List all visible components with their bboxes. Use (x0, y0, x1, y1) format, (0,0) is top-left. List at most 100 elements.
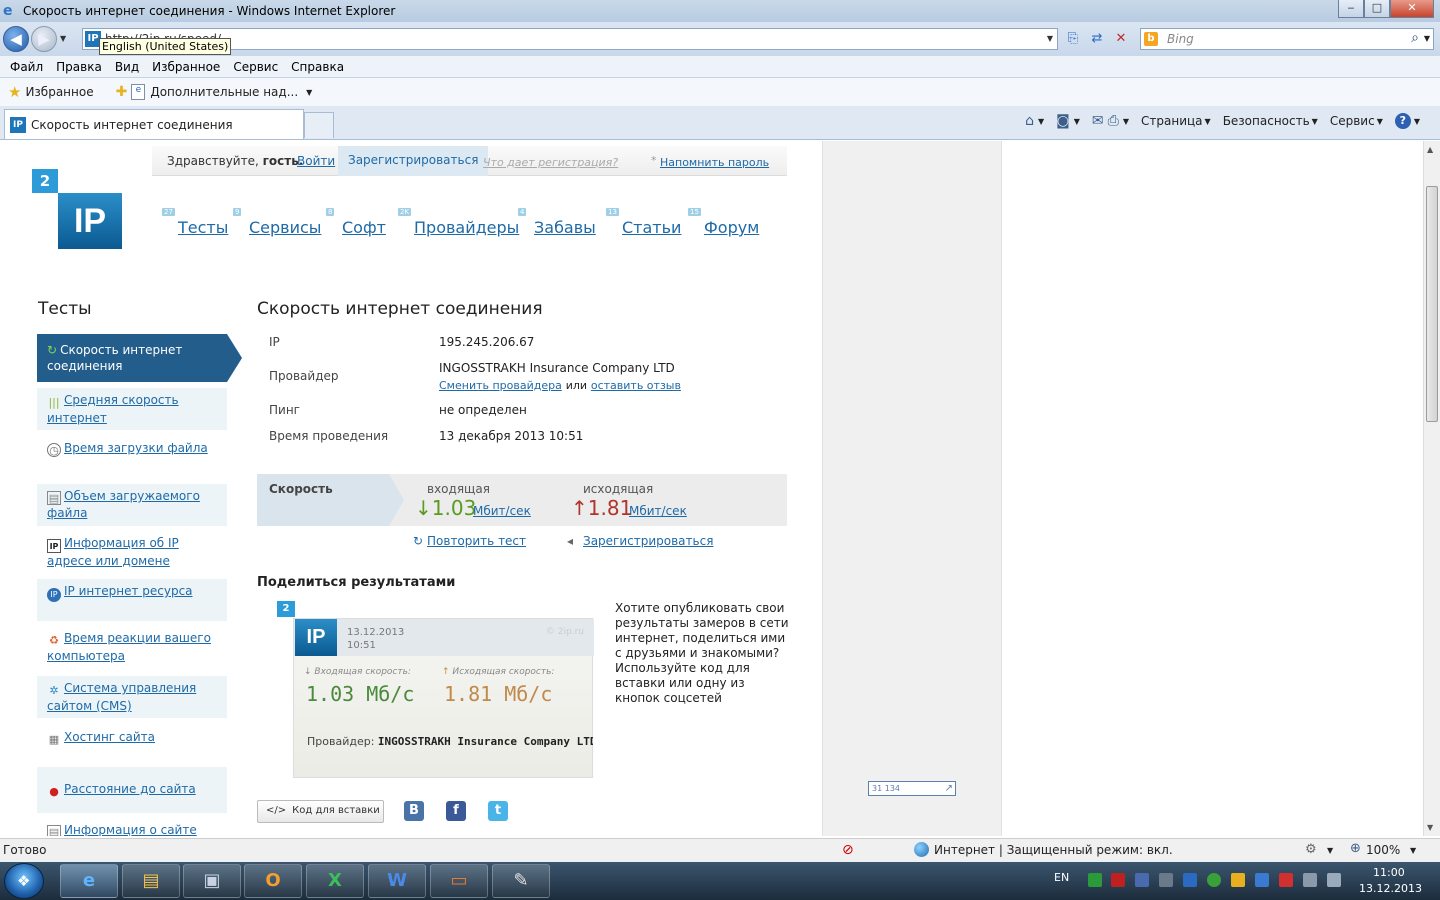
register-link-2[interactable]: Зарегистрироваться (583, 534, 713, 548)
sidebar-item-label[interactable]: Скорость интернет соединения (47, 343, 182, 373)
taskbar-internet-explorer-icon[interactable]: e (60, 864, 118, 898)
page-menu[interactable]: Страница (1141, 114, 1203, 128)
twitter-icon[interactable]: t (488, 801, 508, 821)
tray-antivirus-icon[interactable] (1111, 873, 1125, 887)
tray-sync-icon[interactable] (1207, 873, 1221, 887)
favorites-star-icon[interactable]: ★ (8, 83, 21, 101)
register-link[interactable]: Зарегистрироваться (338, 146, 489, 176)
embed-code-label[interactable]: Код для вставки (292, 805, 380, 816)
taskbar-remote-desktop-icon[interactable]: ▭ (430, 864, 488, 898)
taskbar-word-icon[interactable]: W (368, 864, 426, 898)
zoom-icon[interactable]: ⊕ (1350, 841, 1361, 856)
tray-flag-icon[interactable] (1279, 873, 1293, 887)
taskbar-excel-icon[interactable]: X (306, 864, 364, 898)
nav-label[interactable]: Статьи (622, 218, 681, 237)
sidebar-item-site-info[interactable]: ▤ Информация о сайте (37, 822, 227, 836)
back-button[interactable]: ◀ (3, 26, 29, 52)
nav-label[interactable]: Софт (342, 218, 386, 237)
search-options-chevron-down-icon[interactable]: ▼ (1424, 34, 1430, 43)
tray-volume-icon[interactable] (1327, 873, 1341, 887)
outgoing-unit-link[interactable]: Мбит/сек (629, 504, 687, 518)
login-link[interactable]: Войти (297, 154, 335, 168)
tab-title[interactable]: Скорость интернет соединения (31, 118, 233, 132)
visitor-counter[interactable]: 31 134 ↗ (868, 781, 956, 796)
stop-icon[interactable]: ✕ (1112, 30, 1130, 48)
popup-blocker-icon[interactable]: ⊘ (842, 842, 854, 858)
refresh-icon[interactable]: ⇄ (1088, 30, 1106, 48)
addons-link[interactable]: Дополнительные над... (150, 85, 298, 99)
sidebar-item-average-speed[interactable]: ||| Средняя скорость интернет (37, 388, 227, 430)
sidebar-item-distance[interactable]: ● Расстояние до сайта (37, 767, 227, 813)
protected-mode-icon[interactable]: ⚙ (1305, 842, 1317, 857)
feeds-icon[interactable]: ◙ (1056, 113, 1070, 129)
site-logo[interactable]: IP (58, 193, 122, 249)
sidebar-item-reaction-time[interactable]: ♻ Время реакции вашего компьютера (37, 630, 227, 672)
menu-file[interactable]: Файл (10, 60, 43, 74)
taskbar-computer-icon[interactable]: ▣ (183, 864, 241, 898)
sidebar-item-label[interactable]: Система управления сайтом (CMS) (47, 681, 196, 713)
taskbar-outlook-icon[interactable]: O (244, 864, 302, 898)
tray-language[interactable]: EN (1054, 871, 1069, 884)
incoming-unit-link[interactable]: Мбит/сек (473, 504, 531, 518)
tab-speed-test[interactable]: IP Скорость интернет соединения (4, 109, 304, 139)
nav-label[interactable]: Сервисы (249, 218, 321, 237)
sidebar-item-label[interactable]: Расстояние до сайта (64, 782, 196, 796)
start-button[interactable]: ❖ (4, 863, 44, 899)
recent-pages-chevron-down-icon[interactable]: ▼ (60, 34, 66, 43)
mail-icon[interactable]: ✉ (1092, 113, 1104, 129)
nav-label[interactable]: Тесты (178, 218, 228, 237)
search-icon[interactable]: ⌕ (1411, 30, 1419, 46)
tray-app-icon[interactable] (1231, 873, 1245, 887)
sidebar-item-ip-info[interactable]: IP Информация об IP адресе или домене (37, 535, 227, 577)
addons-chevron-down-icon[interactable]: ▼ (306, 88, 312, 97)
sidebar-item-file-size[interactable]: ▤ Объем загружаемого файла (37, 484, 227, 526)
menu-edit[interactable]: Правка (56, 60, 102, 74)
sidebar-item-ip-resource[interactable]: IP IP интернет ресурса (37, 579, 227, 621)
menu-help[interactable]: Справка (291, 60, 344, 74)
site-logo-small[interactable]: 2 (32, 169, 58, 193)
nav-label[interactable]: Форум (704, 218, 759, 237)
security-zone-text[interactable]: Интернет | Защищенный режим: вкл. (934, 843, 1173, 857)
sidebar-item-label[interactable]: Время загрузки файла (64, 441, 208, 455)
sidebar-item-label[interactable]: Средняя скорость интернет (47, 393, 179, 425)
compatibility-view-icon[interactable]: ⎘ (1064, 30, 1082, 48)
vkontakte-icon[interactable]: В (404, 801, 424, 821)
print-icon[interactable]: ⎙ (1108, 113, 1119, 129)
page-chevron-down-icon[interactable]: ▼ (1205, 117, 1211, 126)
why-register-link[interactable]: Что дает регистрация? (483, 156, 618, 169)
scroll-up-icon[interactable]: ▲ (1427, 145, 1433, 154)
menu-view[interactable]: Вид (115, 60, 139, 74)
sidebar-item-label[interactable]: Время реакции вашего компьютера (47, 631, 211, 663)
feeds-chevron-down-icon[interactable]: ▼ (1074, 117, 1080, 126)
new-tab-button[interactable] (304, 112, 334, 138)
sidebar-item-hosting[interactable]: ▦ Хостинг сайта (37, 729, 227, 757)
safety-chevron-down-icon[interactable]: ▼ (1312, 117, 1318, 126)
minimize-button[interactable]: ‒ (1338, 0, 1364, 18)
sidebar-item-label[interactable]: Объем загружаемого файла (47, 489, 200, 520)
home-icon[interactable]: ⌂ (1025, 113, 1034, 129)
scroll-down-icon[interactable]: ▼ (1427, 823, 1433, 832)
sidebar-item-label[interactable]: Хостинг сайта (64, 730, 155, 744)
add-to-favorites-bar-icon[interactable]: ✚ (116, 84, 128, 100)
taskbar-paint-icon[interactable]: ✎ (492, 864, 550, 898)
taskbar-explorer-folder-icon[interactable]: ▤ (122, 864, 180, 898)
tray-network-icon[interactable] (1088, 873, 1102, 887)
address-dropdown-chevron-down-icon[interactable]: ▼ (1047, 34, 1053, 43)
vertical-scrollbar[interactable]: ▲ ▼ (1423, 141, 1440, 836)
remind-password-link[interactable]: Напомнить пароль (651, 154, 769, 169)
leave-review-link[interactable]: оставить отзыв (591, 379, 681, 392)
scrollbar-thumb[interactable] (1426, 186, 1438, 422)
search-placeholder[interactable]: Bing (1167, 32, 1194, 46)
tray-skype-icon[interactable] (1255, 873, 1269, 887)
change-provider-link[interactable]: Сменить провайдера (439, 379, 562, 392)
help-chevron-down-icon[interactable]: ▼ (1414, 117, 1420, 126)
zoom-chevron-down-icon[interactable]: ▼ (1410, 846, 1416, 855)
menu-tools[interactable]: Сервис (233, 60, 278, 74)
favorites-button[interactable]: Избранное (25, 85, 93, 99)
menu-favorites[interactable]: Избранное (152, 60, 220, 74)
clock-date[interactable]: 13.12.2013 (1359, 882, 1422, 895)
sidebar-item-speed-active[interactable]: ↻ Скорость интернет соединения (37, 334, 242, 382)
zoom-level[interactable]: 100% (1366, 843, 1400, 857)
home-chevron-down-icon[interactable]: ▼ (1038, 117, 1044, 126)
safety-menu[interactable]: Безопасность (1223, 114, 1310, 128)
